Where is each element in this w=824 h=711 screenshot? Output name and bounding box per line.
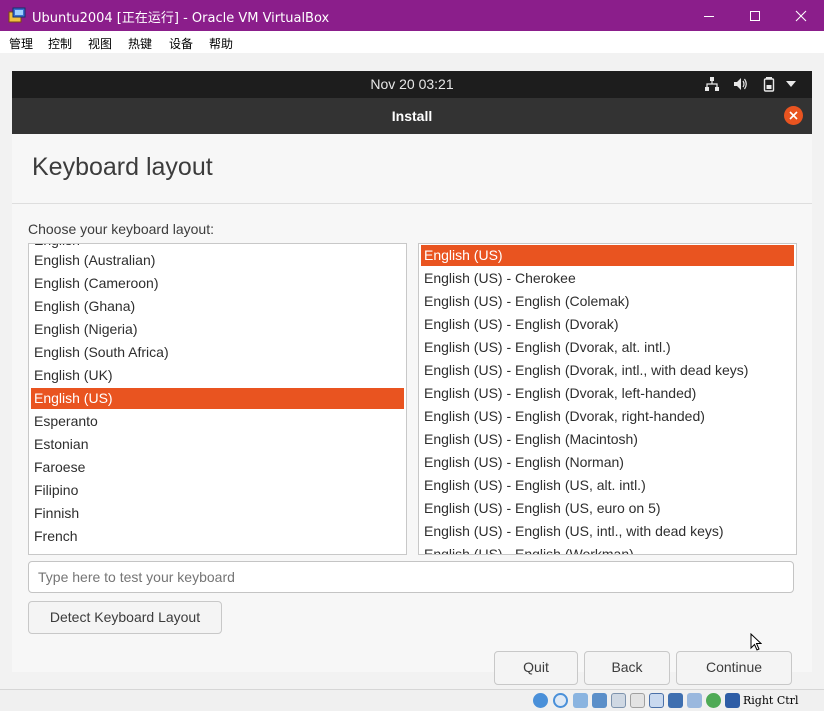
variant-item-selected[interactable]: English (US) [421, 245, 794, 266]
quit-button[interactable]: Quit [494, 651, 578, 685]
variant-item[interactable]: English (US) - English (US, alt. intl.) [421, 475, 794, 496]
minimize-button[interactable] [686, 0, 732, 31]
layout-item[interactable]: English (Australian) [31, 250, 404, 271]
layout-item[interactable]: Esperanto [31, 411, 404, 432]
video-capture-icon[interactable] [668, 693, 683, 708]
variant-item[interactable]: English (US) - English (Dvorak) [421, 314, 794, 335]
variant-item[interactable]: English (US) - Cherokee [421, 268, 794, 289]
variant-item[interactable]: English (US) - English (Workman) [421, 544, 794, 554]
cpu-virtualization-icon[interactable] [706, 693, 721, 708]
layout-item[interactable]: French [31, 526, 404, 547]
audio-icon[interactable] [573, 693, 588, 708]
gnome-top-bar: Nov 20 03:21 [12, 71, 812, 98]
variant-item[interactable]: English (US) - English (Colemak) [421, 291, 794, 312]
layout-item[interactable]: English (Nigeria) [31, 319, 404, 340]
close-icon [789, 111, 798, 120]
layout-item[interactable]: Estonian [31, 434, 404, 455]
continue-button[interactable]: Continue [676, 651, 792, 685]
menu-devices[interactable]: 设备 [169, 35, 193, 52]
installer-title: Install [391, 108, 433, 124]
variant-item[interactable]: English (US) - English (US, intl., with … [421, 521, 794, 542]
clock[interactable]: Nov 20 03:21 [12, 76, 812, 92]
window-titlebar: Ubuntu2004 [正在运行] - Oracle VM VirtualBox [0, 0, 824, 31]
virtualbox-icon [8, 7, 26, 23]
installer-close-button[interactable] [784, 106, 803, 125]
detect-layout-button[interactable]: Detect Keyboard Layout [28, 601, 222, 634]
variant-item[interactable]: English (US) - English (Dvorak, intl., w… [421, 360, 794, 381]
host-key-label: Right Ctrl [743, 694, 799, 707]
network-icon[interactable] [704, 76, 720, 92]
volume-icon[interactable] [732, 76, 748, 92]
battery-icon[interactable] [761, 76, 777, 92]
layout-list[interactable]: English English (Australian) English (Ca… [28, 243, 407, 555]
layout-item[interactable]: English (South Africa) [31, 342, 404, 363]
usb-icon[interactable] [611, 693, 626, 708]
variant-item[interactable]: English (US) - English (Norman) [421, 452, 794, 473]
variant-item[interactable]: English (US) - English (Dvorak, right-ha… [421, 406, 794, 427]
installer-headerbar: Install [12, 98, 812, 134]
network-adapter-icon[interactable] [592, 693, 607, 708]
hard-disk-icon[interactable] [533, 693, 548, 708]
layout-item-selected[interactable]: English (US) [31, 388, 404, 409]
menu-manage[interactable]: 管理 [9, 35, 33, 52]
layout-item[interactable]: English (Cameroon) [31, 273, 404, 294]
layout-item[interactable]: English (UK) [31, 365, 404, 386]
menu-view[interactable]: 视图 [88, 35, 112, 52]
recording-icon[interactable] [687, 693, 702, 708]
back-button[interactable]: Back [584, 651, 670, 685]
variant-item[interactable]: English (US) - English (Dvorak, left-han… [421, 383, 794, 404]
heading-divider [12, 203, 812, 204]
close-icon [795, 10, 807, 21]
maximize-button[interactable] [732, 0, 778, 31]
variant-item[interactable]: English (US) - English (Dvorak, alt. int… [421, 337, 794, 358]
optical-drive-icon[interactable] [553, 693, 568, 708]
close-window-button[interactable] [778, 0, 824, 31]
keyboard-test-input[interactable] [28, 561, 794, 593]
menu-help[interactable]: 帮助 [209, 35, 233, 52]
maximize-icon [750, 10, 760, 21]
menu-bar: 管理 控制 视图 热键 设备 帮助 [0, 31, 824, 53]
layout-item[interactable]: Faroese [31, 457, 404, 478]
page-title: Keyboard layout [32, 153, 213, 181]
variant-list[interactable]: English (US) English (US) - Cherokee Eng… [418, 243, 797, 555]
variant-item[interactable]: English (US) - English (Macintosh) [421, 429, 794, 450]
menu-hotkeys[interactable]: 热键 [128, 35, 152, 52]
layout-item[interactable]: English (Ghana) [31, 296, 404, 317]
vbox-status-bar: Right Ctrl [0, 689, 824, 711]
layout-item[interactable]: Filipino [31, 480, 404, 501]
chevron-down-icon[interactable] [785, 79, 797, 89]
window-title: Ubuntu2004 [正在运行] - Oracle VM VirtualBox [32, 11, 330, 26]
menu-control[interactable]: 控制 [48, 35, 72, 52]
layout-prompt: Choose your keyboard layout: [28, 221, 214, 237]
layout-item[interactable]: Finnish [31, 503, 404, 524]
display-icon[interactable] [649, 693, 664, 708]
mouse-integration-icon[interactable] [725, 693, 740, 708]
shared-folder-icon[interactable] [630, 693, 645, 708]
minimize-icon [704, 15, 714, 17]
variant-item[interactable]: English (US) - English (US, euro on 5) [421, 498, 794, 519]
mouse-cursor-icon [750, 633, 762, 651]
